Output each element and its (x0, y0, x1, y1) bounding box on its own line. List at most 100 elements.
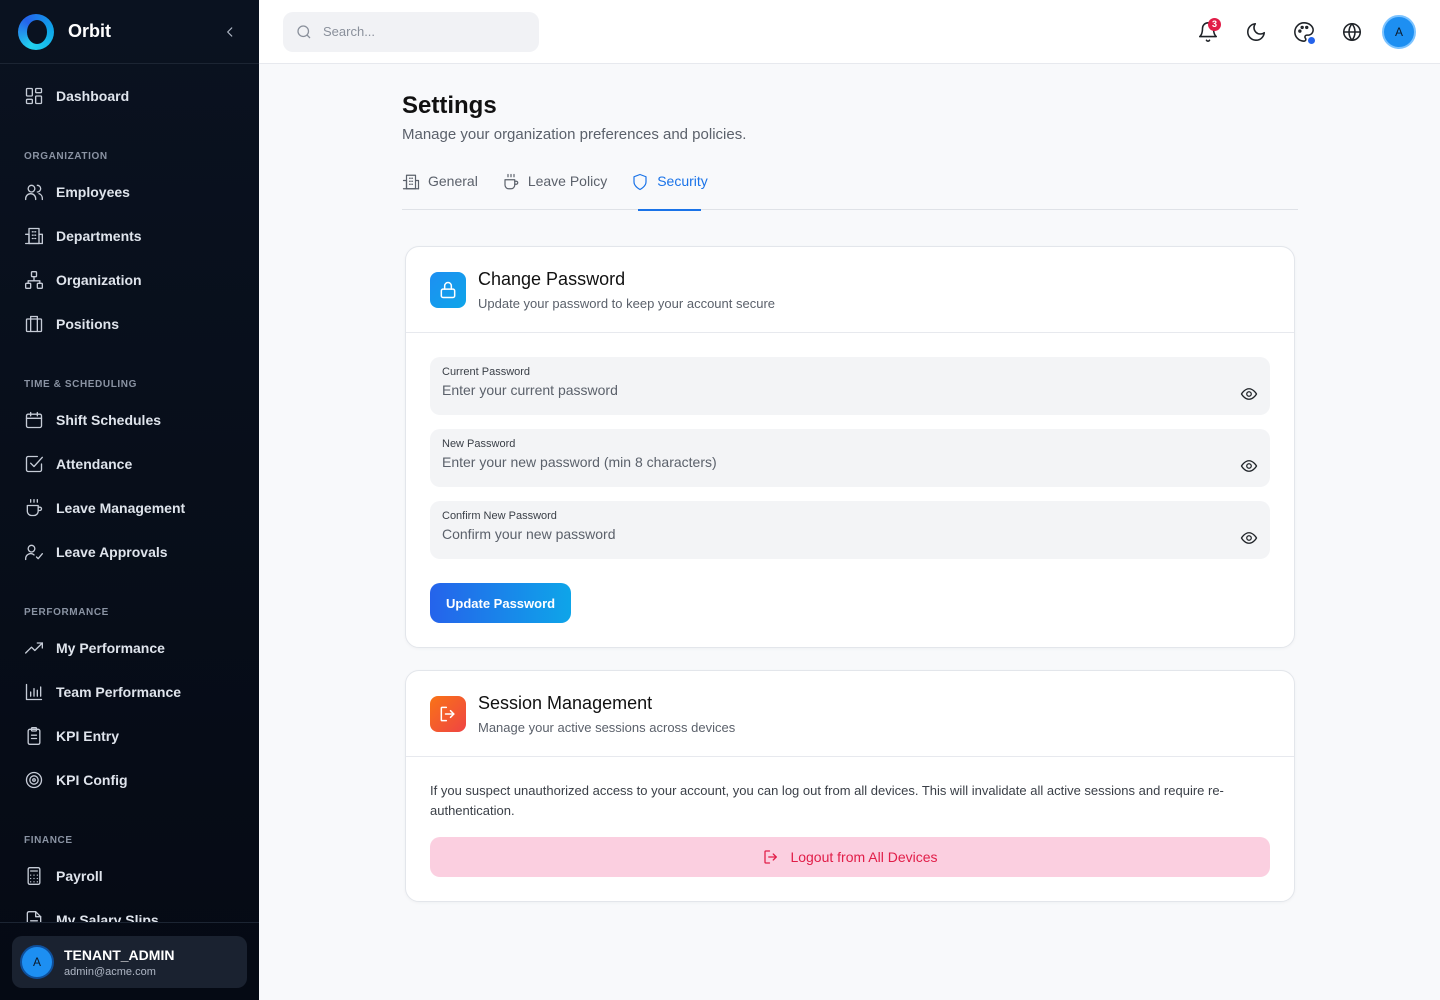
orbit-logo-icon (18, 13, 54, 50)
tab-label: Leave Policy (527, 173, 608, 189)
card-title: Session Management (478, 692, 653, 713)
tab-security[interactable]: Security (631, 173, 708, 211)
sidebar-item-label: KPI Entry (56, 728, 120, 744)
eye-icon (1240, 460, 1258, 472)
sidebar-item-label: Team Performance (56, 684, 182, 700)
page-subtitle: Manage your organization preferences and… (402, 126, 747, 143)
notifications-button[interactable]: 3 (1184, 12, 1232, 52)
eye-icon (1240, 532, 1258, 544)
palette-button[interactable] (1280, 12, 1328, 52)
shield-icon (633, 173, 647, 191)
sidebar-item-dashboard[interactable]: Dashboard (0, 74, 259, 118)
language-button[interactable] (1328, 12, 1376, 52)
card-icon (430, 271, 466, 308)
tab-leave-policy[interactable]: Leave Policy (502, 173, 607, 210)
sidebar-item-my-performance[interactable]: My Performance (0, 626, 259, 670)
sidebar-item-leave-management[interactable]: Leave Management (0, 486, 259, 530)
users-icon (25, 184, 43, 201)
sidebar-item-payroll[interactable]: Payroll (0, 854, 259, 898)
coffee-cup-icon (504, 173, 519, 190)
chevron-left-icon (227, 26, 233, 37)
session-warning-text: If you suspect unauthorized access to yo… (430, 783, 1224, 818)
card-description: Update your password to keep your accoun… (478, 295, 776, 311)
sidebar-item-organization[interactable]: Organization (0, 258, 259, 302)
calculator-icon (27, 867, 41, 885)
sidebar: Orbit Dashboard ORGANIZATION Employees D… (0, 0, 259, 1000)
sidebar-item-label: Employees (56, 184, 130, 200)
sidebar-item-label: Organization (56, 272, 142, 288)
sidebar-item-label: KPI Config (56, 772, 128, 788)
sidebar-item-employees[interactable]: Employees (0, 170, 259, 214)
topbar: 3 A (259, 0, 1440, 64)
card-titles: Change Password Update your password to … (478, 269, 775, 311)
user-role: TENANT_ADMIN (64, 946, 175, 963)
sidebar-item-label: Dashboard (56, 88, 130, 104)
file-text-icon (26, 911, 42, 922)
sidebar-item-label: My Salary Slips (56, 912, 159, 922)
sidebar-item-label: Departments (56, 228, 142, 244)
tab-general[interactable]: General (402, 173, 478, 210)
current-password-field[interactable]: Current Password (430, 357, 1270, 415)
card-header: Change Password Update your password to … (406, 247, 1294, 333)
sidebar-item-attendance[interactable]: Attendance (0, 442, 259, 486)
sidebar-item-leave-approvals[interactable]: Leave Approvals (0, 530, 259, 574)
new-password-input[interactable] (442, 454, 1222, 470)
logout-icon (764, 850, 778, 864)
nav-section-time-scheduling: TIME & SCHEDULING (24, 379, 137, 390)
app-name: Orbit (68, 21, 111, 41)
button-label: Logout from All Devices (790, 849, 938, 865)
sidebar-item-team-performance[interactable]: Team Performance (0, 670, 259, 714)
search-box[interactable] (283, 11, 539, 52)
org-chart-icon (25, 271, 43, 289)
theme-toggle-button[interactable] (1232, 12, 1280, 52)
sidebar-item-shift-schedules[interactable]: Shift Schedules (0, 398, 259, 442)
page-title: Settings (402, 92, 497, 119)
nav-section-organization: ORGANIZATION (24, 151, 108, 162)
card-body: Current Password New Password Confirm Ne… (406, 333, 1294, 647)
search-icon (297, 24, 311, 38)
logout-icon (440, 706, 455, 721)
toggle-visibility-button[interactable] (1240, 385, 1258, 403)
eye-icon (1240, 388, 1258, 400)
sidebar-divider (0, 922, 259, 923)
notification-count-badge: 3 (1208, 17, 1221, 31)
toggle-visibility-button[interactable] (1240, 529, 1258, 547)
confirm-password-field[interactable]: Confirm New Password (430, 501, 1270, 559)
sidebar-item-departments[interactable]: Departments (0, 214, 259, 258)
search-input[interactable] (323, 24, 523, 39)
current-password-input[interactable] (442, 382, 1222, 398)
building-icon (402, 174, 420, 190)
sidebar-item-positions[interactable]: Positions (0, 302, 259, 346)
user-check-icon (24, 544, 43, 561)
logout-all-devices-button[interactable]: Logout from All Devices (430, 837, 1270, 877)
target-icon (25, 771, 43, 789)
settings-tabs: General Leave Policy Security (402, 173, 1298, 211)
tab-label: Security (657, 173, 708, 189)
field-label: Confirm New Password (442, 510, 557, 522)
change-password-card: Change Password Update your password to … (405, 246, 1295, 648)
confirm-password-input[interactable] (442, 526, 1222, 542)
user-info: TENANT_ADMIN admin@acme.com (64, 947, 174, 978)
palette-indicator-dot (1308, 36, 1315, 44)
user-email: admin@acme.com (64, 965, 156, 978)
session-management-card: Session Management Manage your active se… (405, 670, 1295, 902)
avatar: A (20, 945, 54, 979)
card-icon (430, 695, 466, 732)
nav-section-finance: FINANCE (24, 835, 73, 846)
user-profile-card[interactable]: A TENANT_ADMIN admin@acme.com (12, 936, 247, 988)
trending-up-icon (25, 642, 43, 654)
nav-section-performance: PERFORMANCE (24, 607, 109, 618)
sidebar-item-kpi-entry[interactable]: KPI Entry (0, 714, 259, 758)
sidebar-item-label: Leave Management (56, 500, 186, 516)
sidebar-item-my-salary-slips[interactable]: My Salary Slips (0, 898, 259, 922)
sidebar-item-kpi-config[interactable]: KPI Config (0, 758, 259, 802)
tab-label: General (428, 173, 478, 189)
update-password-button[interactable]: Update Password (430, 583, 572, 623)
collapse-sidebar-button[interactable] (219, 21, 241, 43)
main-content: Settings Manage your organization prefer… (402, 64, 1298, 902)
new-password-field[interactable]: New Password (430, 429, 1270, 487)
card-header: Session Management Manage your active se… (406, 671, 1294, 757)
sidebar-item-label: Positions (56, 316, 120, 332)
user-avatar-button[interactable]: A (1382, 14, 1416, 49)
toggle-visibility-button[interactable] (1240, 457, 1258, 475)
